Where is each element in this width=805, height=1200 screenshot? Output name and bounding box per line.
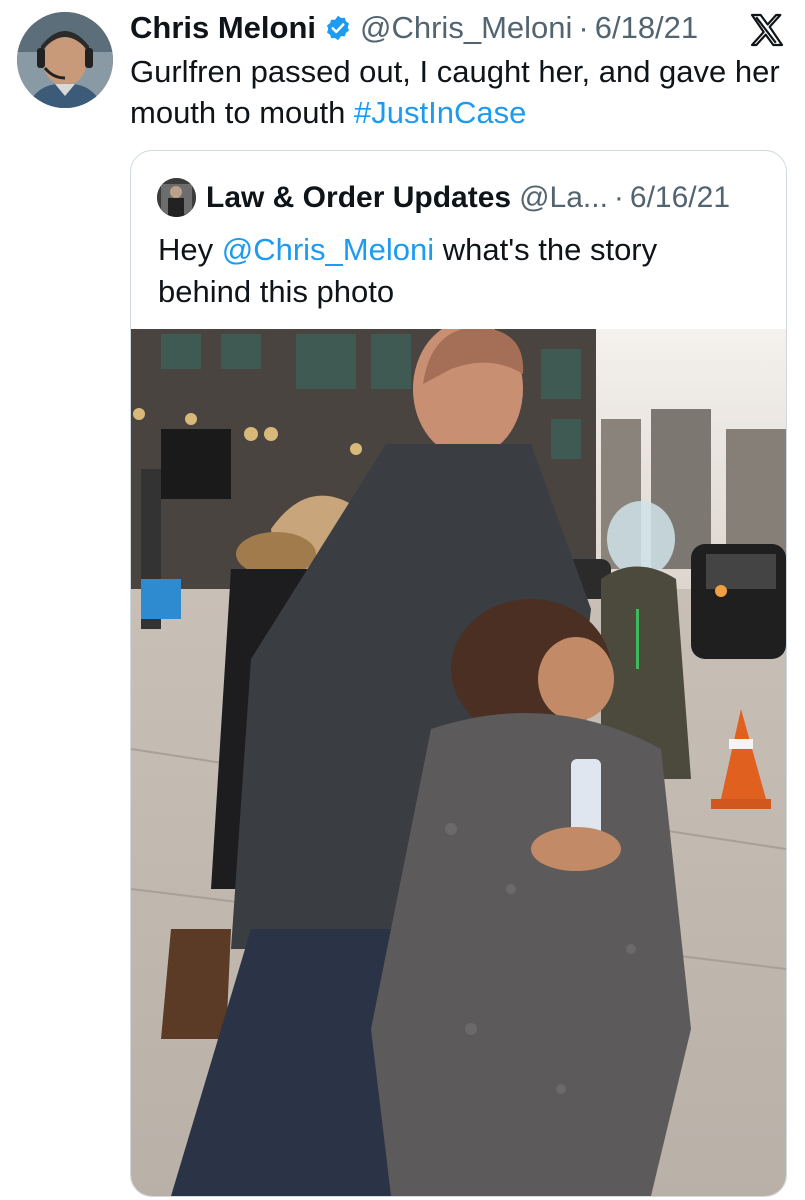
author-name[interactable]: Chris Meloni	[130, 10, 316, 46]
tweet[interactable]: Chris Meloni @Chris_Meloni · 6/18/21 Gur…	[0, 0, 805, 1200]
quoted-text-before: Hey	[158, 232, 222, 267]
tweet-header: Chris Meloni @Chris_Meloni · 6/18/21	[130, 8, 698, 48]
quoted-tweet-photo[interactable]	[131, 329, 786, 1196]
separator-dot: ·	[578, 10, 589, 45]
quoted-author-handle[interactable]: @La...	[519, 181, 608, 215]
hashtag-link[interactable]: #JustInCase	[354, 95, 526, 130]
quoted-separator-dot: ·	[613, 181, 624, 214]
quoted-author-name[interactable]: Law & Order Updates	[206, 181, 511, 215]
quoted-tweet-header: Law & Order Updates @La... · 6/16/21	[206, 178, 730, 218]
quoted-tweet-card[interactable]: Law & Order Updates @La... · 6/16/21 Hey…	[130, 150, 787, 1197]
tweet-date[interactable]: 6/18/21	[595, 10, 698, 46]
quoted-tweet-date[interactable]: 6/16/21	[630, 181, 730, 215]
quoted-tweet-text: Hey @Chris_Meloni what's the story behin…	[158, 229, 758, 313]
author-handle[interactable]: @Chris_Meloni	[360, 10, 572, 46]
author-avatar[interactable]	[17, 12, 113, 108]
verified-badge-icon	[324, 14, 352, 42]
mention-link[interactable]: @Chris_Meloni	[222, 232, 434, 267]
x-logo-icon[interactable]	[747, 10, 787, 50]
quoted-author-avatar[interactable]	[157, 178, 196, 217]
tweet-text: Gurlfren passed out, I caught her, and g…	[130, 51, 780, 133]
